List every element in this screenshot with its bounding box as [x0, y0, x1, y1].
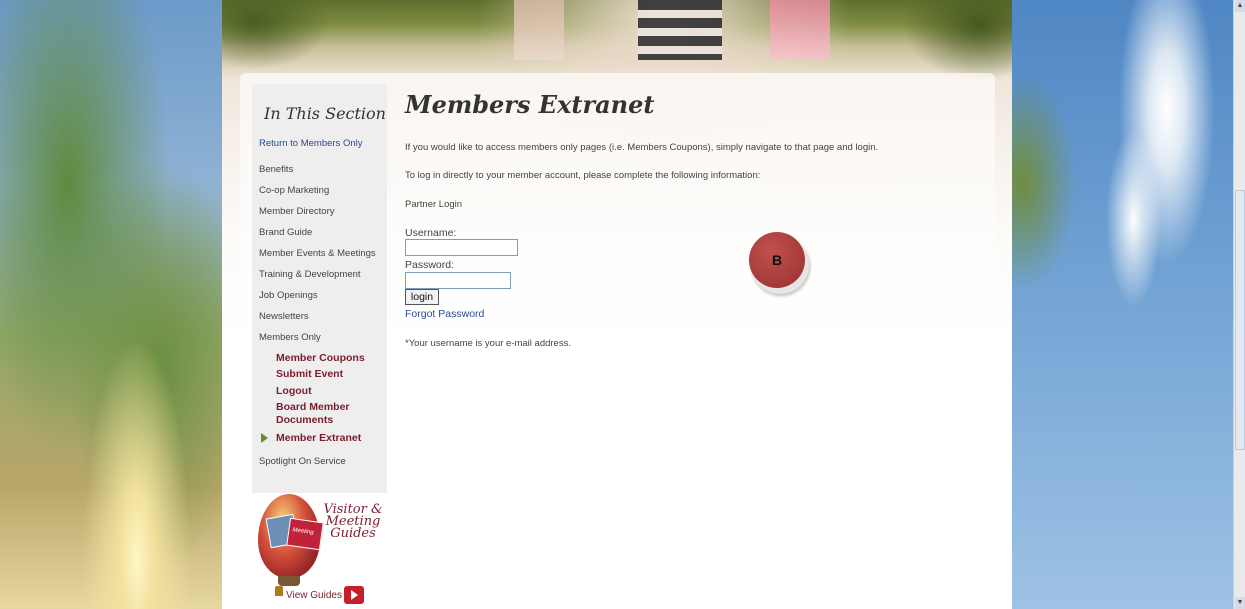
banner-tree-right [902, 0, 1012, 80]
scroll-up-icon[interactable]: ▲ [1235, 0, 1245, 12]
banner-tree-left [222, 0, 332, 70]
sidebar-item-member-events[interactable]: Member Events & Meetings [259, 248, 376, 259]
lamp-icon [275, 586, 283, 596]
guide-cover-text: Meeting [291, 527, 314, 537]
sidebar-subitem-logout[interactable]: Logout [276, 385, 312, 398]
callout-marker: B [745, 232, 811, 294]
banner-figure [770, 0, 830, 60]
background-right [1012, 0, 1233, 609]
page-container: In This Section Return to Members Only B… [222, 0, 1012, 609]
view-guides-link[interactable]: View Guides [286, 590, 342, 601]
arrow-right-icon [261, 433, 268, 443]
sidebar-subitem-submit-event[interactable]: Submit Event [276, 368, 343, 381]
sidebar-item-spotlight[interactable]: Spotlight On Service [259, 456, 346, 467]
intro-text: If you would like to access members only… [405, 142, 879, 153]
sidebar-item-training[interactable]: Training & Development [259, 269, 361, 280]
sidebar-subitem-member-extranet[interactable]: Member Extranet [276, 432, 361, 445]
forgot-password-link[interactable]: Forgot Password [405, 308, 484, 320]
visitor-guides-promo[interactable]: Meeting Visitor & Meeting Guides View Gu… [252, 494, 387, 609]
sidebar-item-job-openings[interactable]: Job Openings [259, 290, 318, 301]
sidebar-subitem-member-coupons[interactable]: Member Coupons [276, 352, 365, 365]
guide-cover: Meeting [286, 517, 324, 551]
banner-figure [638, 0, 722, 60]
sidebar: In This Section Return to Members Only B… [252, 84, 387, 493]
background-left [0, 0, 228, 609]
arrow-button-icon[interactable] [344, 586, 364, 604]
username-note: *Your username is your e-mail address. [405, 338, 571, 349]
username-input[interactable] [405, 239, 518, 256]
vertical-scrollbar[interactable]: ▲ ▼ [1233, 0, 1245, 609]
callout-marker-badge: B [749, 232, 805, 288]
sidebar-item-newsletters[interactable]: Newsletters [259, 311, 309, 322]
password-label: Password: [405, 259, 455, 271]
password-input[interactable] [405, 272, 511, 289]
scroll-thumb[interactable] [1235, 190, 1245, 450]
scroll-down-icon[interactable]: ▼ [1235, 597, 1245, 609]
sidebar-item-members-only[interactable]: Members Only [259, 332, 321, 343]
promo-title: Visitor & Meeting Guides [323, 502, 383, 541]
sidebar-item-benefits[interactable]: Benefits [259, 164, 293, 175]
sidebar-item-brand-guide[interactable]: Brand Guide [259, 227, 312, 238]
login-button[interactable]: login [405, 289, 439, 305]
direct-login-text: To log in directly to your member accoun… [405, 170, 761, 181]
sidebar-item-member-directory[interactable]: Member Directory [259, 206, 335, 217]
banner-figure [514, 0, 564, 60]
sidebar-title: In This Section [264, 104, 386, 123]
sidebar-subitem-board-documents[interactable]: Board Member Documents [276, 401, 376, 427]
sidebar-item-return[interactable]: Return to Members Only [259, 138, 362, 149]
page-title: Members Extranet [405, 90, 655, 119]
sidebar-item-coop-marketing[interactable]: Co-op Marketing [259, 185, 329, 196]
username-label: Username: [405, 227, 457, 239]
partner-login-heading: Partner Login [405, 199, 463, 210]
